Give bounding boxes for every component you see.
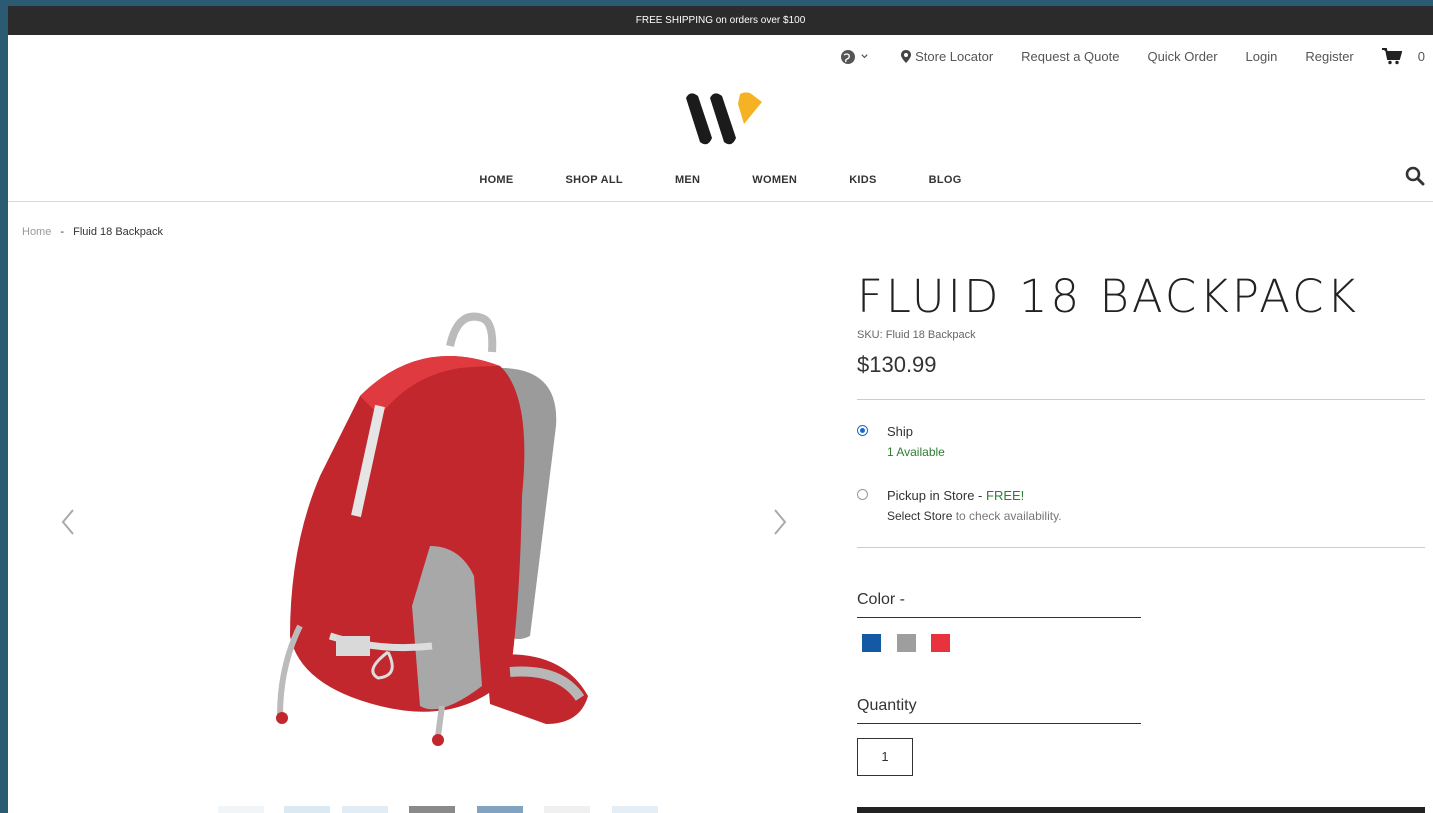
quick-order-link[interactable]: Quick Order (1147, 49, 1217, 64)
search-icon[interactable] (1405, 166, 1425, 186)
breadcrumb: Home - Fluid 18 Backpack (22, 226, 163, 238)
ship-radio[interactable] (857, 425, 868, 436)
login-link[interactable]: Login (1246, 49, 1278, 64)
select-store-link[interactable]: Select Store (887, 509, 952, 523)
thumbnail[interactable] (342, 806, 388, 813)
thumbnail[interactable] (409, 806, 455, 813)
header-divider (8, 201, 1433, 202)
thumbnail[interactable] (284, 806, 330, 813)
nav-women[interactable]: WOMEN (752, 174, 797, 186)
store-locator-label: Store Locator (915, 49, 994, 64)
pickup-radio[interactable] (857, 489, 868, 500)
nav-men[interactable]: MEN (675, 174, 700, 186)
chevron-down-icon (861, 54, 868, 59)
section-divider (857, 547, 1425, 548)
breadcrumb-separator: - (60, 226, 65, 238)
color-label: Color - (857, 591, 906, 608)
nav-home[interactable]: HOME (479, 174, 513, 186)
ship-availability: 1 Available (887, 445, 945, 459)
carousel-prev-icon[interactable] (60, 508, 76, 536)
ship-option[interactable]: Ship 1 Available (857, 424, 945, 459)
pickup-label: Pickup in Store (887, 488, 975, 503)
cart-button[interactable]: 0 (1381, 48, 1425, 65)
product-image (276, 312, 588, 746)
map-pin-icon (901, 50, 912, 63)
product-title: FLUID 18 BACKPACK (857, 270, 1360, 323)
add-to-cart-button[interactable] (857, 807, 1425, 813)
globe-icon (841, 49, 856, 64)
quantity-label: Quantity (857, 697, 917, 714)
nav-kids[interactable]: KIDS (849, 174, 876, 186)
product-sku: SKU: Fluid 18 Backpack (857, 329, 976, 341)
color-swatch-gray[interactable] (897, 634, 916, 652)
register-link[interactable]: Register (1305, 49, 1353, 64)
main-nav: HOME SHOP ALL MEN WOMEN KIDS BLOG (8, 174, 1433, 186)
nav-blog[interactable]: BLOG (929, 174, 962, 186)
promo-text: FREE SHIPPING on orders over $100 (635, 15, 806, 26)
pickup-separator: - (974, 488, 986, 503)
select-store-hint: to check availability. (952, 509, 1062, 523)
language-selector[interactable] (840, 49, 873, 65)
ship-label: Ship (887, 424, 914, 439)
utility-bar: Store Locator Request a Quote Quick Orde… (812, 48, 1425, 65)
pickup-option[interactable]: Pickup in Store - FREE! Select Store to … (857, 488, 1062, 523)
pickup-free-badge: FREE! (986, 488, 1025, 503)
carousel-next-icon[interactable] (772, 508, 788, 536)
color-swatch-red[interactable] (931, 634, 950, 652)
breadcrumb-home[interactable]: Home (22, 226, 51, 238)
color-swatch-blue[interactable] (862, 634, 881, 652)
pickup-label-row: Pickup in Store - FREE! (887, 488, 1062, 503)
section-divider (857, 399, 1425, 400)
page-frame: FREE SHIPPING on orders over $100 Store … (8, 6, 1433, 813)
thumbnail[interactable] (612, 806, 658, 813)
select-store-row: Select Store to check availability. (887, 509, 1062, 523)
quantity-underline (857, 723, 1141, 724)
store-locator-link[interactable]: Store Locator (901, 49, 993, 64)
request-quote-link[interactable]: Request a Quote (1021, 49, 1119, 64)
promo-banner: FREE SHIPPING on orders over $100 (8, 6, 1433, 35)
nav-shop-all[interactable]: SHOP ALL (566, 174, 623, 186)
quantity-input[interactable]: 1 (857, 738, 913, 776)
cart-icon (1381, 48, 1402, 65)
thumbnail[interactable] (544, 806, 590, 813)
thumbnail-strip (218, 806, 658, 813)
product-price: $130.99 (857, 352, 937, 377)
breadcrumb-current: Fluid 18 Backpack (73, 226, 164, 238)
thumbnail[interactable] (477, 806, 523, 813)
thumbnail[interactable] (218, 806, 264, 813)
brand-logo[interactable] (682, 88, 766, 150)
color-underline (857, 617, 1141, 618)
cart-count: 0 (1417, 49, 1425, 64)
